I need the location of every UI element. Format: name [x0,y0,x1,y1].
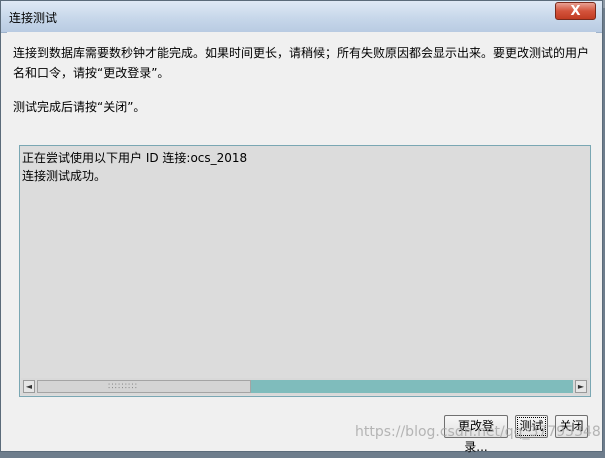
dialog-title: 连接测试 [9,11,58,25]
output-line-success: 连接测试成功。 [22,169,107,183]
scroll-left-icon[interactable]: ◄ [23,380,35,393]
horizontal-scrollbar[interactable]: ◄ ∶∶∶∶∶∶∶∶∶ ► [21,378,589,395]
output-lines: 正在尝试使用以下用户 ID 连接:ocs_2018 连接测试成功。 [22,149,247,185]
close-window-button[interactable]: X [555,2,596,20]
close-instruction-text: 测试完成后请按“关闭”。 [13,100,146,114]
title-bar[interactable]: 连接测试 X [1,1,602,33]
scroll-track[interactable]: ∶∶∶∶∶∶∶∶∶ [37,380,573,393]
scroll-right-icon[interactable]: ► [575,380,587,393]
watermark-text: https://blog.csdn.net/qq_37795348 [355,424,601,440]
output-line-attempt: 正在尝试使用以下用户 ID 连接:ocs_2018 [22,151,248,165]
test-output-panel[interactable]: 正在尝试使用以下用户 ID 连接:ocs_2018 连接测试成功。 ◄ ∶∶∶∶… [19,145,591,397]
grip-icon: ∶∶∶∶∶∶∶∶∶ [108,382,139,392]
scroll-thumb[interactable]: ∶∶∶∶∶∶∶∶∶ [37,380,252,393]
description-text: 连接到数据库需要数秒钟才能完成。如果时间更长，请稍候；所有失败原因都会显示出来。… [13,46,590,80]
